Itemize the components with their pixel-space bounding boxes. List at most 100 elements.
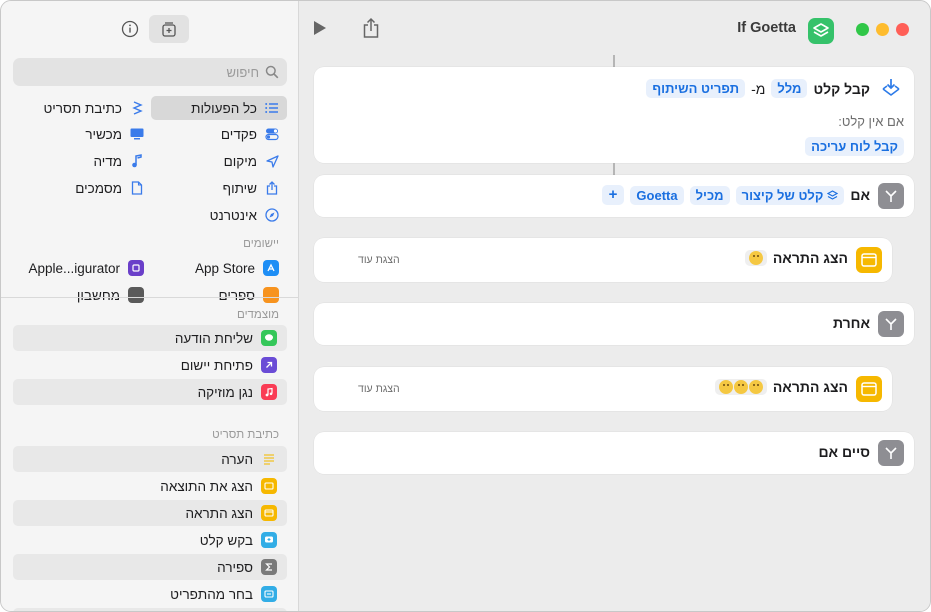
action-label: בקש קלט [199, 532, 253, 548]
menu-icon [261, 586, 277, 602]
scripting-section-title: כתיבת תסריט [212, 429, 279, 441]
open-app-icon [261, 357, 277, 373]
value-token[interactable]: Goetta [630, 185, 684, 205]
show-result-icon [261, 478, 277, 494]
app-label: Apple...igurator [28, 260, 120, 276]
crying-emoji-icon [748, 380, 763, 394]
action-label: פתיחת יישום [180, 357, 253, 373]
category-scripting[interactable]: כתיבת תסריט [43, 96, 144, 120]
play-icon[interactable] [312, 19, 330, 39]
app-item-configurator[interactable]: Apple...igurator [28, 256, 144, 280]
search-input[interactable] [29, 64, 259, 80]
action-show-result[interactable]: הצג את התוצאה [13, 473, 287, 499]
search-field[interactable] [13, 58, 287, 86]
input-type-token[interactable]: מלל [771, 79, 808, 98]
action-label: הצג את התוצאה [160, 478, 253, 494]
list-icon [265, 101, 279, 115]
no-input-line: אם אין קלט: [838, 114, 904, 129]
grinning-emoji-icon [748, 251, 763, 265]
otherwise-label: אחרת [832, 315, 870, 331]
pinned-section-title: מוצמדים [237, 309, 279, 321]
alert-1-line: הצג התראה [744, 250, 848, 266]
category-label: מסמכים [75, 180, 122, 196]
category-controls[interactable]: פקדים [221, 122, 279, 146]
action-receive-input[interactable]: קבל קלט מלל מ- תפריט השיתוף אם אין קלט: … [314, 67, 914, 163]
add-condition-button[interactable]: + [601, 185, 625, 205]
action-label: שליחת הודעה [174, 330, 253, 346]
if-line: אם קלט של קיצור מכיל Goetta + [601, 185, 870, 205]
branch-icon [878, 311, 904, 337]
action-send-message[interactable]: שליחת הודעה [13, 325, 287, 351]
category-label: מדיה [93, 153, 122, 169]
crying-emoji-icon [733, 380, 748, 394]
flow-connector [613, 163, 615, 175]
sidebar-categories-pane: כל הפעולות כתיבת תסריט פקדים מכשיר מיקום… [1, 1, 299, 303]
end-if-line: סיים אם [818, 444, 870, 460]
category-label: פקדים [220, 126, 257, 142]
alert-1-message-token[interactable] [744, 250, 767, 266]
action-comment[interactable]: הערה [13, 446, 287, 472]
action-end-if[interactable]: סיים אם [314, 432, 914, 474]
action-library-sidebar: כל הפעולות כתיבת תסריט פקדים מכשיר מיקום… [1, 1, 299, 611]
action-show-alert-2[interactable]: הצג התראה הצגת עוד [314, 367, 892, 411]
condition-token[interactable]: מכיל [689, 185, 730, 205]
action-play-music[interactable]: נגן מוזיקה [13, 379, 287, 405]
location-arrow-icon [265, 154, 279, 168]
alert-icon [261, 505, 277, 521]
shortcut-input-token[interactable]: קלט של קיצור [735, 185, 845, 205]
category-label: כל הפעולות [191, 100, 257, 116]
shortcut-title[interactable]: If Goetta [737, 20, 796, 36]
configurator-icon [128, 260, 144, 276]
if-label: אם [850, 187, 870, 203]
sigma-icon [261, 559, 277, 575]
action-open-app[interactable]: פתיחת יישום [13, 352, 287, 378]
messages-icon [261, 330, 277, 346]
action-ask-input[interactable]: בקש קלט [13, 527, 287, 553]
action-otherwise[interactable]: אחרת [314, 303, 914, 345]
share-icon[interactable] [362, 17, 382, 39]
category-label: אינטרנט [209, 207, 257, 223]
category-sharing[interactable]: שיתוף [223, 176, 279, 200]
info-icon[interactable] [117, 15, 143, 43]
alert-2-show-more[interactable]: הצגת עוד [358, 383, 400, 395]
category-all-actions[interactable]: כל הפעולות [151, 96, 287, 120]
crying-emoji-icon [718, 380, 733, 394]
apps-section-title: יישומים [243, 238, 279, 250]
shortcut-editor: If Goetta קבל קלט מלל מ- תפריט השיתוף אם… [300, 1, 930, 611]
category-location[interactable]: מיקום [224, 149, 279, 173]
alert-2-line: הצג התראה [714, 379, 848, 395]
library-add-icon[interactable] [149, 15, 189, 43]
alert-2-message-token[interactable] [714, 379, 767, 395]
action-choose-menu[interactable]: בחר מהתפריט [13, 581, 287, 607]
no-input-label: אם אין קלט: [838, 114, 904, 129]
category-media[interactable]: מדיה [93, 149, 144, 173]
alert-1-show-more[interactable]: הצגת עוד [358, 254, 400, 266]
minimize-button[interactable] [876, 23, 889, 36]
shortcuts-icon [827, 189, 839, 200]
action-if[interactable]: אם קלט של קיצור מכיל Goetta + [314, 175, 914, 217]
alert-1-label: הצג התראה [772, 250, 848, 266]
action-partial-row[interactable] [13, 608, 287, 611]
close-button[interactable] [896, 23, 909, 36]
category-documents[interactable]: מסמכים [75, 176, 144, 200]
no-input-action-line: קבל לוח עריכה [805, 137, 904, 156]
scripting-icon [130, 101, 144, 115]
zoom-button[interactable] [856, 23, 869, 36]
action-show-alert-1[interactable]: הצג התראה הצגת עוד [314, 238, 892, 282]
category-label: מיקום [223, 153, 257, 169]
action-show-alert[interactable]: הצג התראה [13, 500, 287, 526]
action-count[interactable]: ספירה [13, 554, 287, 580]
otherwise-line: אחרת [833, 315, 870, 331]
document-icon [130, 181, 144, 195]
branch-icon [878, 440, 904, 466]
from-separator: מ- [751, 80, 766, 97]
get-clipboard-token[interactable]: קבל לוח עריכה [805, 137, 904, 156]
app-item-app-store[interactable]: App Store [195, 256, 279, 280]
shortcut-app-icon[interactable] [808, 18, 834, 44]
receive-input-icon [878, 75, 904, 101]
category-device[interactable]: מכשיר [85, 122, 144, 146]
category-label: שיתוף [222, 180, 257, 196]
category-web[interactable]: אינטרנט [210, 203, 279, 227]
share-sheet-token[interactable]: תפריט השיתוף [646, 79, 746, 98]
action-label: הצג התראה [185, 505, 254, 521]
